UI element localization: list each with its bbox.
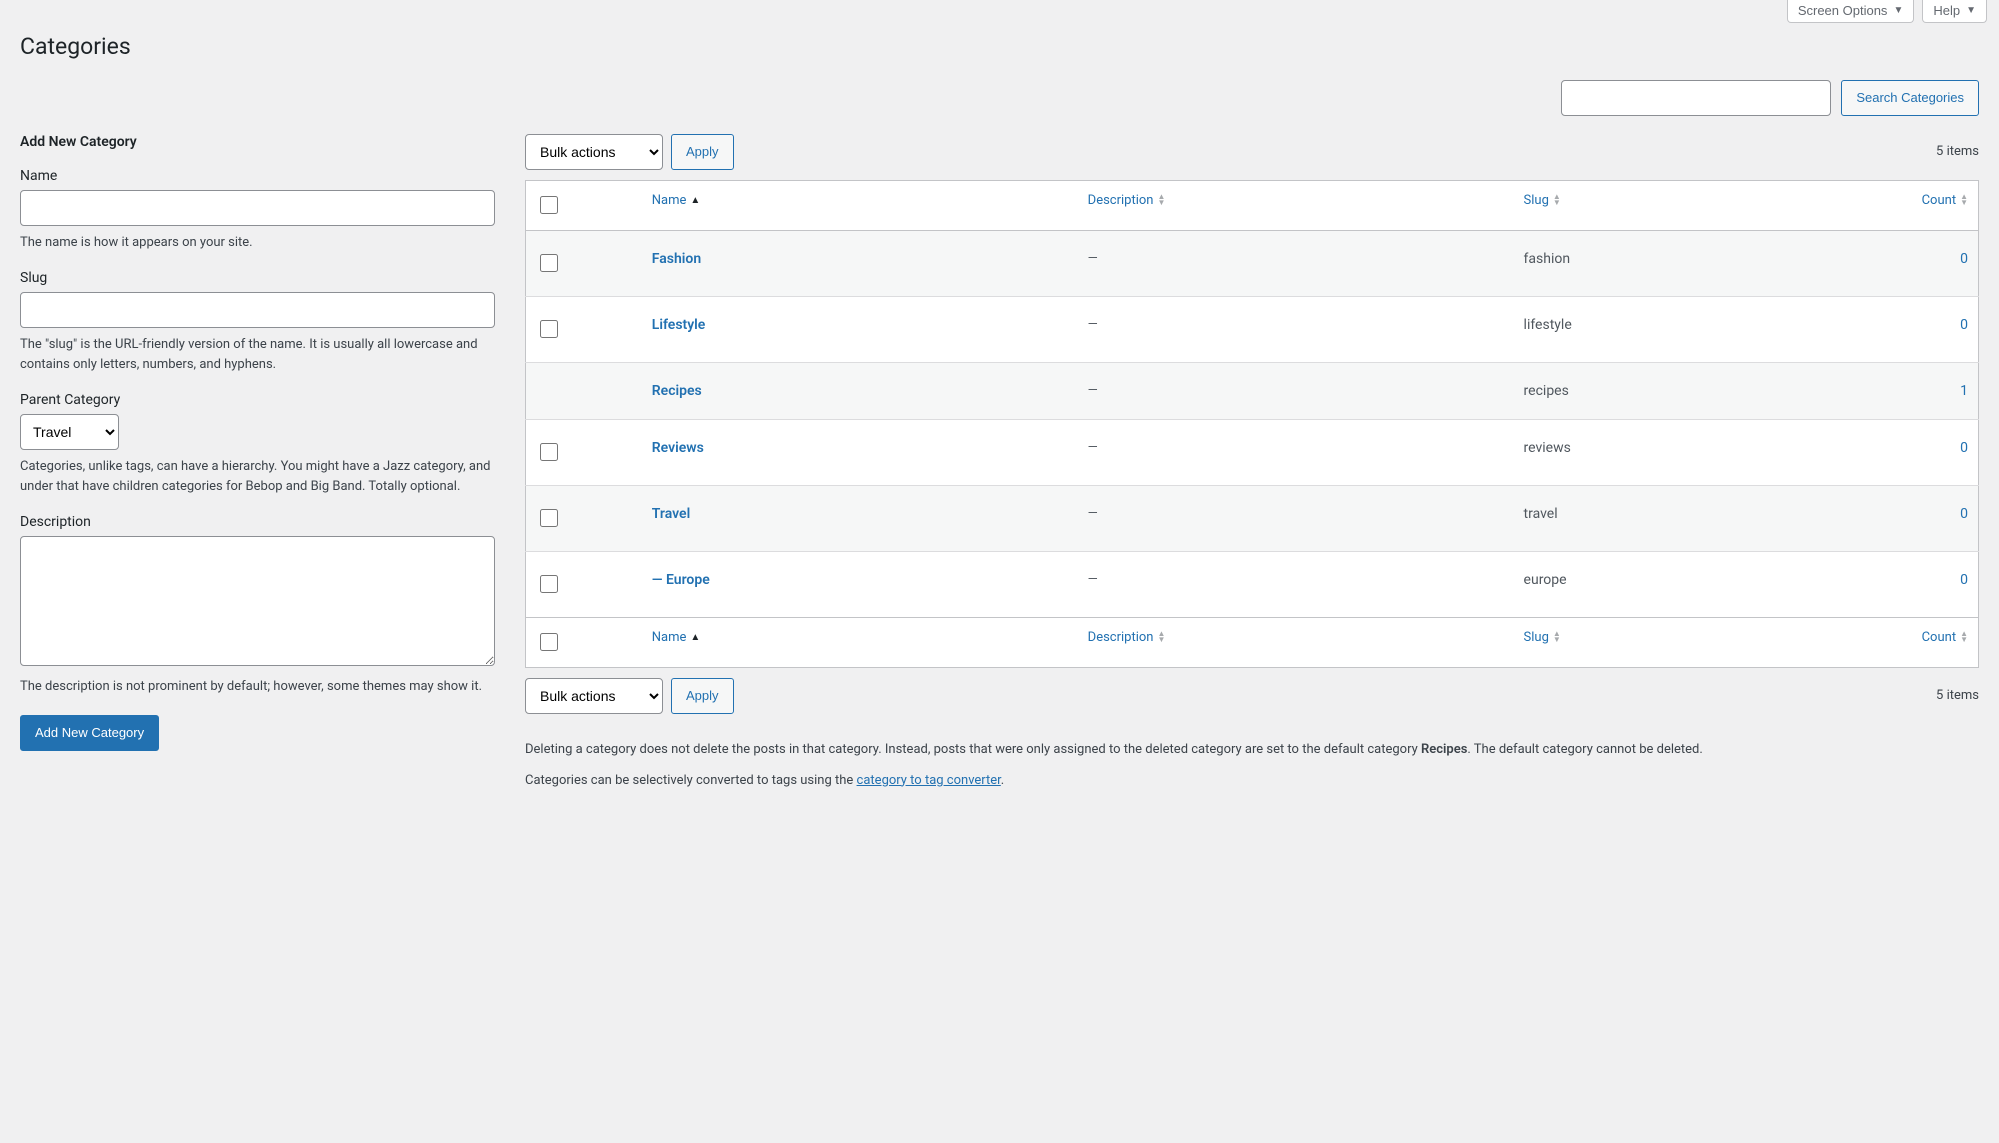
sort-icon: ▲▼ xyxy=(1553,631,1561,643)
col-header-description[interactable]: Description▲▼ xyxy=(1088,193,1166,208)
row-checkbox[interactable] xyxy=(540,575,558,593)
item-count-top: 5 items xyxy=(1936,144,1979,159)
help-label: Help xyxy=(1933,3,1960,18)
page-title: Categories xyxy=(20,23,1979,66)
row-description: — xyxy=(1078,296,1514,362)
category-link[interactable]: Fashion xyxy=(652,251,701,267)
sort-asc-icon: ▲ xyxy=(690,632,700,643)
col-header-name[interactable]: Name▲ xyxy=(652,193,701,208)
categories-table: Name▲ Description▲▼ Slug▲▼ Count▲▼ Fashi… xyxy=(525,180,1979,668)
row-description: — xyxy=(1078,485,1514,551)
col-footer-count[interactable]: Count▲▼ xyxy=(1922,630,1968,645)
row-description: — xyxy=(1078,230,1514,296)
name-input[interactable] xyxy=(20,190,495,226)
count-link[interactable]: 0 xyxy=(1960,317,1968,333)
count-link[interactable]: 0 xyxy=(1960,506,1968,522)
caret-down-icon: ▼ xyxy=(1966,5,1976,16)
count-link[interactable]: 0 xyxy=(1960,251,1968,267)
row-checkbox[interactable] xyxy=(540,509,558,527)
bulk-actions-select-bottom[interactable]: Bulk actions xyxy=(525,678,663,714)
table-row: Recipes —recipes 1 xyxy=(526,362,1979,419)
row-slug: lifestyle xyxy=(1514,296,1834,362)
table-row: Lifestyle —lifestyle 0 xyxy=(526,296,1979,362)
col-footer-description[interactable]: Description▲▼ xyxy=(1088,630,1166,645)
screen-options-label: Screen Options xyxy=(1798,3,1888,18)
category-link[interactable]: Recipes xyxy=(652,383,702,399)
row-checkbox[interactable] xyxy=(540,443,558,461)
name-desc: The name is how it appears on your site. xyxy=(20,233,495,253)
col-footer-name[interactable]: Name▲ xyxy=(652,630,701,645)
bulk-actions-select-top[interactable]: Bulk actions xyxy=(525,134,663,170)
parent-category-select[interactable]: Travel xyxy=(20,414,119,450)
help-tab[interactable]: Help ▼ xyxy=(1922,0,1987,23)
description-desc: The description is not prominent by defa… xyxy=(20,677,495,697)
sort-icon: ▲▼ xyxy=(1960,631,1968,643)
sort-icon: ▲▼ xyxy=(1960,194,1968,206)
default-category-name: Recipes xyxy=(1421,742,1467,757)
category-link[interactable]: Travel xyxy=(652,506,690,522)
slug-label: Slug xyxy=(20,270,495,286)
row-description: — xyxy=(1078,362,1514,419)
table-row: Fashion —fashion 0 xyxy=(526,230,1979,296)
col-header-slug[interactable]: Slug▲▼ xyxy=(1524,193,1561,208)
form-title: Add New Category xyxy=(20,134,495,150)
screen-options-tab[interactable]: Screen Options ▼ xyxy=(1787,0,1915,23)
item-count-bottom: 5 items xyxy=(1936,688,1979,703)
row-description: — xyxy=(1078,551,1514,617)
table-row: — Europe —europe 0 xyxy=(526,551,1979,617)
sort-asc-icon: ▲ xyxy=(690,195,700,206)
category-to-tag-converter-link[interactable]: category to tag converter xyxy=(857,773,1001,788)
description-label: Description xyxy=(20,514,495,530)
row-slug: recipes xyxy=(1514,362,1834,419)
category-link[interactable]: Reviews xyxy=(652,440,704,456)
row-checkbox[interactable] xyxy=(540,254,558,272)
category-link[interactable]: Lifestyle xyxy=(652,317,706,333)
sort-icon: ▲▼ xyxy=(1157,631,1165,643)
row-slug: travel xyxy=(1514,485,1834,551)
table-row: Travel —travel 0 xyxy=(526,485,1979,551)
name-label: Name xyxy=(20,168,495,184)
count-link[interactable]: 0 xyxy=(1960,572,1968,588)
search-input[interactable] xyxy=(1561,80,1831,116)
add-new-category-button[interactable]: Add New Category xyxy=(20,715,159,751)
count-link[interactable]: 1 xyxy=(1960,383,1968,399)
description-textarea[interactable] xyxy=(20,536,495,666)
apply-button-bottom[interactable]: Apply xyxy=(671,678,734,714)
count-link[interactable]: 0 xyxy=(1960,440,1968,456)
search-categories-button[interactable]: Search Categories xyxy=(1841,80,1979,116)
caret-down-icon: ▼ xyxy=(1893,5,1903,16)
footer-notes: Deleting a category does not delete the … xyxy=(525,740,1979,792)
col-footer-slug[interactable]: Slug▲▼ xyxy=(1524,630,1561,645)
parent-category-desc: Categories, unlike tags, can have a hier… xyxy=(20,457,495,496)
sort-icon: ▲▼ xyxy=(1157,194,1165,206)
select-all-bottom[interactable] xyxy=(540,633,558,651)
row-description: — xyxy=(1078,419,1514,485)
row-slug: europe xyxy=(1514,551,1834,617)
category-link[interactable]: — Europe xyxy=(652,572,710,588)
row-slug: reviews xyxy=(1514,419,1834,485)
slug-desc: The "slug" is the URL-friendly version o… xyxy=(20,335,495,374)
row-checkbox[interactable] xyxy=(540,320,558,338)
col-header-count[interactable]: Count▲▼ xyxy=(1922,193,1968,208)
apply-button-top[interactable]: Apply xyxy=(671,134,734,170)
table-row: Reviews —reviews 0 xyxy=(526,419,1979,485)
select-all-top[interactable] xyxy=(540,196,558,214)
sort-icon: ▲▼ xyxy=(1553,194,1561,206)
slug-input[interactable] xyxy=(20,292,495,328)
parent-category-label: Parent Category xyxy=(20,392,495,408)
row-slug: fashion xyxy=(1514,230,1834,296)
